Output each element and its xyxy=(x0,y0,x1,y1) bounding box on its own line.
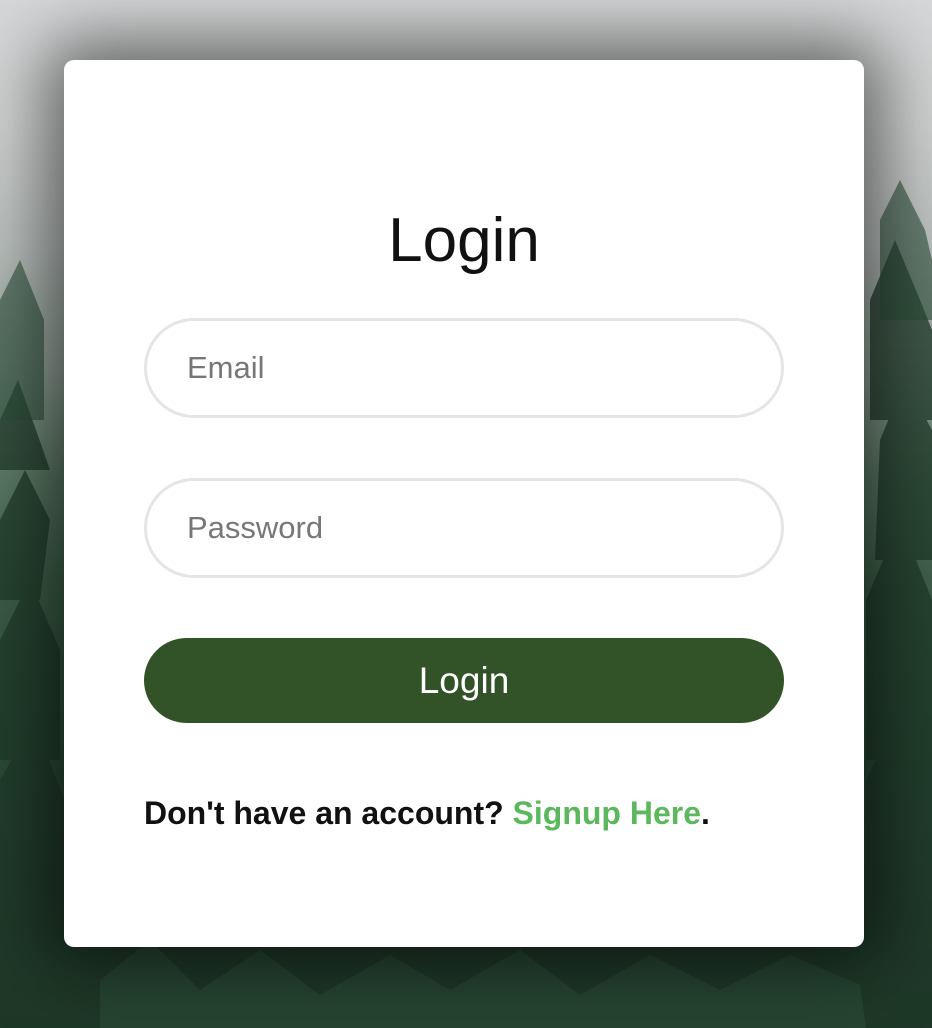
signup-suffix: . xyxy=(701,795,710,831)
signup-prompt: Don't have an account? Signup Here. xyxy=(144,795,710,832)
login-card: Login Login Don't have an account? Signu… xyxy=(64,60,864,947)
password-input[interactable] xyxy=(144,478,784,578)
email-input[interactable] xyxy=(144,318,784,418)
login-title: Login xyxy=(388,206,540,275)
login-button[interactable]: Login xyxy=(144,638,784,723)
signup-link[interactable]: Signup Here xyxy=(513,795,701,831)
signup-prompt-text: Don't have an account? xyxy=(144,795,513,831)
